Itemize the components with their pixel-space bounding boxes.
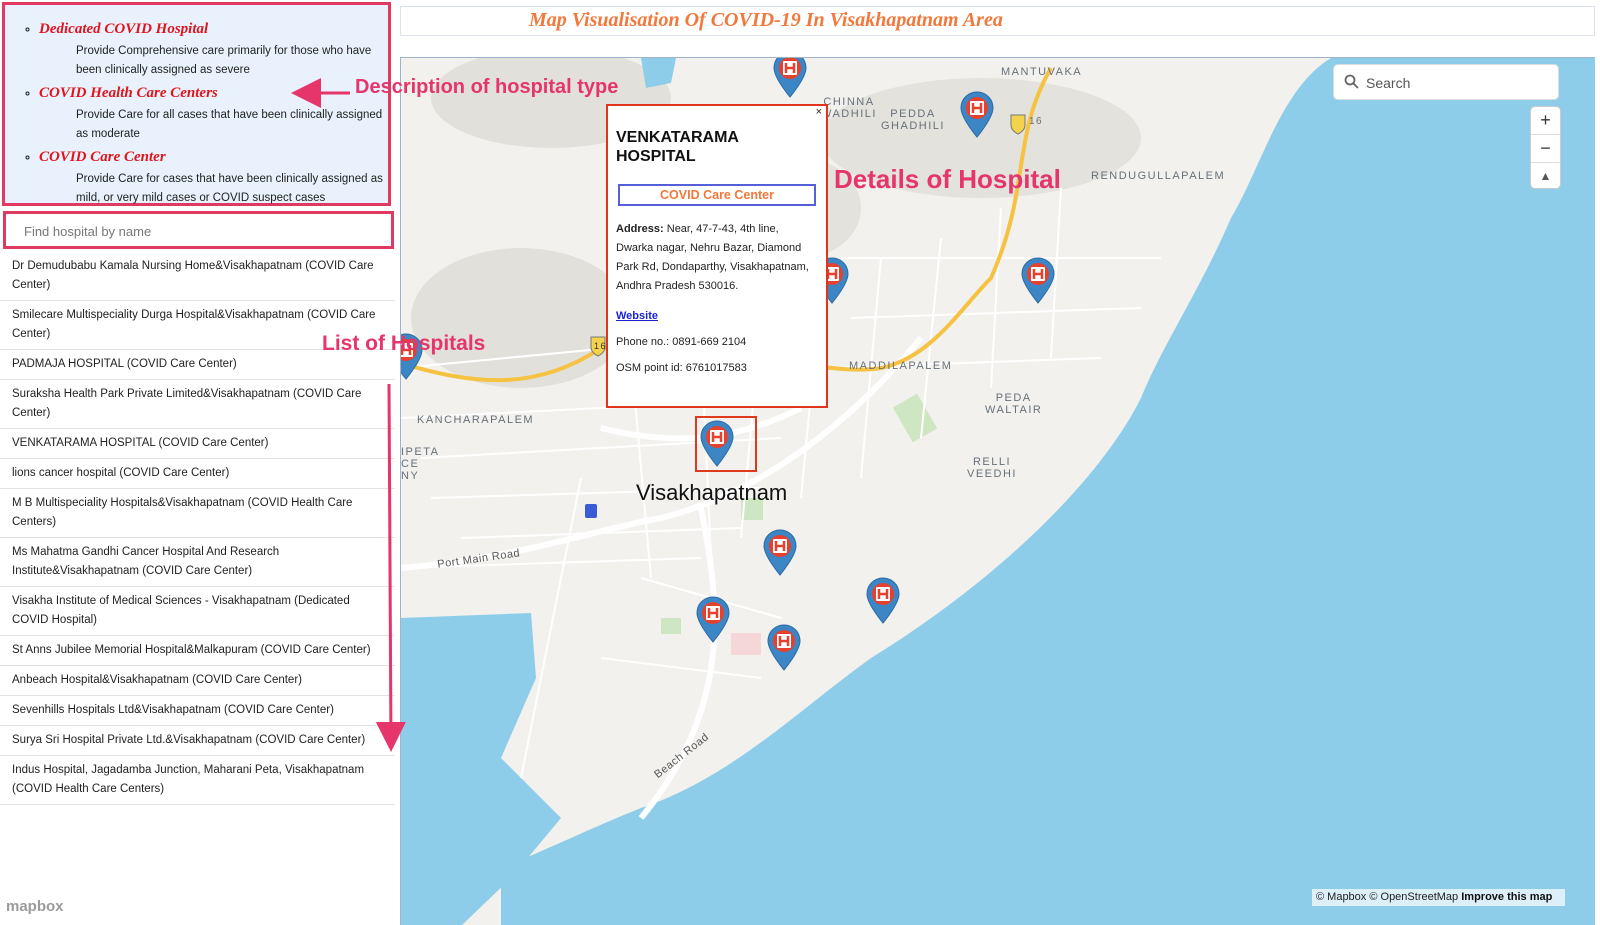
hospital-pin-icon	[1021, 257, 1055, 304]
city-label: Visakhapatnam	[636, 480, 788, 505]
popup-phone: Phone no.: 0891-669 2104	[616, 336, 747, 348]
place-label: IPETA CE NY	[401, 446, 440, 482]
map-attribution: © Mapbox © OpenStreetMap Improve this ma…	[1312, 889, 1565, 906]
hospital-type-item: Dedicated COVID Hospital Provide Compreh…	[39, 21, 388, 80]
hospital-marker[interactable]	[694, 595, 732, 643]
place-label: MANTUVAKA	[1001, 66, 1083, 78]
hospital-type-item: COVID Health Care Centers Provide Care f…	[39, 85, 388, 144]
hospital-marker[interactable]	[765, 623, 803, 671]
hospital-marker[interactable]	[958, 90, 996, 138]
search-icon	[1344, 74, 1359, 94]
hospital-marker[interactable]	[771, 58, 809, 98]
hospital-type-description: Provide Comprehensive care primarily for…	[76, 45, 372, 76]
hospital-list-item[interactable]: St Anns Jubilee Memorial Hospital&Malkap…	[0, 636, 395, 666]
annotation-hospital-type: Description of hospital type	[355, 76, 619, 98]
compass-button[interactable]: ▲	[1531, 163, 1560, 190]
hospital-list-item[interactable]: lions cancer hospital (COVID Care Center…	[0, 459, 395, 489]
popup-hospital-name: VENKATARAMA HOSPITAL	[616, 129, 739, 165]
hospital-search-input[interactable]	[22, 216, 366, 246]
hospital-list-item[interactable]: VENKATARAMA HOSPITAL (COVID Care Center)	[0, 429, 395, 459]
zoom-out-button[interactable]: −	[1531, 135, 1560, 163]
popup-address-label: Address:	[616, 223, 664, 235]
hospital-type-list: Dedicated COVID Hospital Provide Compreh…	[5, 5, 388, 208]
hospital-pin-icon	[773, 58, 807, 98]
title-bar: Map Visualisation Of COVID-19 In Visakha…	[400, 6, 1595, 36]
page-title: Map Visualisation Of COVID-19 In Visakha…	[529, 9, 1003, 31]
hospital-pin-icon	[960, 91, 994, 138]
bus-station-icon	[585, 504, 597, 518]
hospital-type-legend: Dedicated COVID Hospital Provide Compreh…	[2, 2, 391, 206]
hospital-popup: × VENKATARAMA HOSPITAL COVID Care Center…	[606, 104, 828, 408]
zoom-control: + − ▲	[1531, 107, 1560, 188]
popup-osm-id: OSM point id: 6761017583	[616, 362, 747, 374]
hospital-search-box	[3, 211, 394, 249]
park	[661, 618, 681, 634]
improve-map-link[interactable]: Improve this map	[1461, 891, 1552, 903]
hospital-marker[interactable]	[761, 528, 799, 576]
hospital-marker[interactable]	[1019, 256, 1057, 304]
hospital-type-item: COVID Care Center Provide Care for cases…	[39, 149, 388, 208]
hospital-type-description: Provide Care for all cases that have bee…	[76, 109, 383, 140]
selected-marker-highlight	[695, 416, 757, 472]
popup-website-link[interactable]: Website	[616, 310, 818, 322]
hospital-type-name: Dedicated COVID Hospital	[39, 21, 209, 37]
place-label: PEDA WALTAIR	[985, 392, 1043, 416]
hospital-pin-icon	[767, 624, 801, 671]
hospital-type-description: Provide Care for cases that have been cl…	[76, 173, 383, 204]
attribution-text: © Mapbox © OpenStreetMap	[1316, 891, 1459, 903]
annotation-details: Details of Hospital	[834, 164, 1061, 194]
hospital-pin-icon	[763, 529, 797, 576]
popup-hospital-type: COVID Care Center	[618, 184, 816, 206]
map-geocoder	[1334, 65, 1558, 101]
hospital-pin-icon	[696, 596, 730, 643]
popup-address: Address: Near, 47-7-43, 4th line, Dwarka…	[616, 220, 818, 296]
hospital-list-item[interactable]: Indus Hospital, Jagadamba Junction, Maha…	[0, 756, 395, 805]
annotation-list: List of Hospitals	[322, 332, 486, 355]
place-label: KANCHARAPALEM	[417, 414, 535, 426]
hospital-pin-icon	[866, 577, 900, 624]
place-label: RENDUGULLAPALEM	[1091, 170, 1226, 182]
close-icon[interactable]: ×	[816, 106, 822, 118]
hospital-zone	[731, 633, 761, 655]
mapbox-logo: mapbox	[6, 898, 64, 915]
hospital-list-item[interactable]: Suraksha Health Park Private Limited&Vis…	[0, 380, 395, 429]
hospital-list-item[interactable]: Visakha Institute of Medical Sciences - …	[0, 587, 395, 636]
hospital-list-item[interactable]: Dr Demudubabu Kamala Nursing Home&Visakh…	[0, 252, 395, 301]
hospital-list-item[interactable]: Anbeach Hospital&Visakhapatnam (COVID Ca…	[0, 666, 395, 696]
hospital-marker[interactable]	[864, 576, 902, 624]
map-search-input[interactable]	[1364, 65, 1548, 101]
place-label: CHINNA WADHILI	[821, 96, 877, 120]
place-label: RELLI VEEDHI	[967, 456, 1017, 480]
hospital-type-name: COVID Health Care Centers	[39, 85, 218, 101]
hospital-list-item[interactable]: Surya Sri Hospital Private Ltd.&Visakhap…	[0, 726, 395, 756]
hospital-list-item[interactable]: M B Multispeciality Hospitals&Visakhapat…	[0, 489, 395, 538]
hospital-list-item[interactable]: Sevenhills Hospitals Ltd&Visakhapatnam (…	[0, 696, 395, 726]
hill-shade	[411, 248, 631, 388]
shield-number: 16	[1029, 116, 1044, 127]
zoom-in-button[interactable]: +	[1531, 107, 1560, 135]
place-label: MADDILAPALEM	[849, 360, 953, 372]
hospital-list-item[interactable]: Ms Mahatma Gandhi Cancer Hospital And Re…	[0, 538, 395, 587]
hospital-type-name: COVID Care Center	[39, 149, 166, 165]
place-label: PEDDA GHADHILI	[881, 108, 945, 132]
